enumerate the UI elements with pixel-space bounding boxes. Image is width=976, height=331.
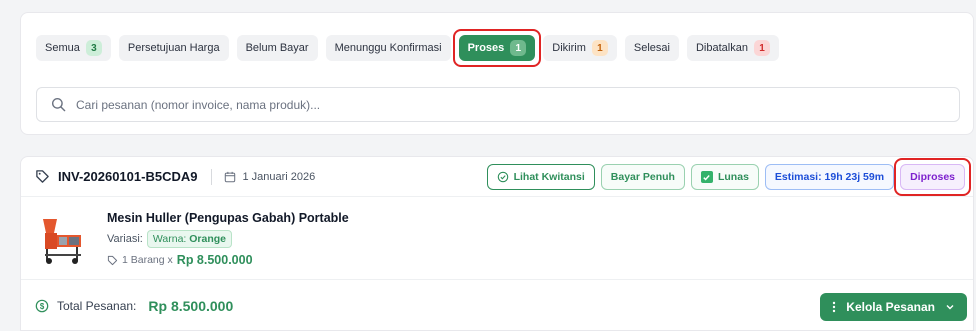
invoice-number: INV-20260101-B5CDA9: [35, 169, 197, 184]
divider: [211, 168, 213, 185]
product-image[interactable]: [35, 211, 91, 267]
search-icon: [51, 97, 66, 112]
estimate-label: Estimasi: 19h 23j 59m: [774, 171, 885, 183]
tab-selesai[interactable]: Selesai: [624, 35, 679, 61]
view-receipt-label: Lihat Kwitansi: [513, 171, 585, 183]
highlight-box: Diproses: [894, 158, 971, 196]
variant-tag: Warna: Orange: [146, 230, 233, 248]
payment-type-label: Bayar Penuh: [610, 171, 675, 183]
status-badge: Diproses: [900, 164, 965, 190]
product-info: Mesin Huller (Pengupas Gabah) Portable V…: [107, 211, 349, 267]
variant-label: Variasi:: [107, 233, 143, 245]
product-quantity: 1 Barang x Rp 8.500.000: [107, 253, 349, 267]
order-footer: $ Total Pesanan: Rp 8.500.000 Kelola Pes…: [21, 279, 973, 331]
payment-type-badge: Bayar Penuh: [600, 164, 685, 190]
search-box: [36, 87, 960, 122]
tab-menunggu-konfirmasi[interactable]: Menunggu Konfirmasi: [325, 35, 451, 61]
quantity-text: 1 Barang x: [122, 254, 173, 266]
total-label: Total Pesanan:: [57, 299, 137, 313]
svg-text:$: $: [40, 302, 45, 311]
tab-label: Selesai: [633, 42, 670, 54]
product-row: Mesin Huller (Pengupas Gabah) Portable V…: [35, 211, 349, 267]
date-text: 1 Januari 2026: [242, 170, 316, 183]
tab-count-badge: 1: [510, 40, 527, 56]
tab-label: Semua: [45, 42, 80, 54]
tab-dikirim[interactable]: Dikirim 1: [543, 35, 617, 61]
manage-order-label: Kelola Pesanan: [846, 300, 935, 314]
tab-count-badge: 1: [591, 40, 608, 56]
manage-order-button[interactable]: Kelola Pesanan: [820, 293, 967, 321]
checkbox-icon: [700, 171, 713, 183]
status-tabs: Semua 3 Persetujuan Harga Belum Bayar Me…: [36, 29, 779, 67]
view-receipt-button[interactable]: Lihat Kwitansi: [486, 164, 595, 190]
highlight-box: Proses 1: [452, 29, 542, 67]
order-actions: Lihat Kwitansi Bayar Penuh Lunas Estimas…: [486, 158, 971, 196]
product-variant: Variasi: Warna: Orange: [107, 230, 349, 248]
product-name[interactable]: Mesin Huller (Pengupas Gabah) Portable: [107, 211, 349, 225]
filter-card: Semua 3 Persetujuan Harga Belum Bayar Me…: [20, 12, 974, 135]
tab-label: Dibatalkan: [695, 42, 748, 54]
calendar-icon: [225, 171, 236, 182]
tab-persetujuan-harga[interactable]: Persetujuan Harga: [118, 35, 229, 61]
tab-semua[interactable]: Semua 3: [36, 35, 111, 61]
tab-count-badge: 3: [85, 40, 102, 56]
order-card: INV-20260101-B5CDA9 1 Januari 2026 Lihat…: [20, 156, 974, 331]
tab-proses[interactable]: Proses 1: [458, 35, 536, 61]
tag-icon: [107, 255, 118, 265]
paid-label: Lunas: [717, 171, 749, 183]
invoice-text: INV-20260101-B5CDA9: [58, 169, 198, 184]
dollar-circle-icon: $: [35, 299, 49, 313]
order-date: 1 Januari 2026: [224, 171, 315, 183]
order-header: INV-20260101-B5CDA9 1 Januari 2026 Lihat…: [21, 157, 973, 197]
tab-dibatalkan[interactable]: Dibatalkan 1: [686, 35, 779, 61]
tab-label: Persetujuan Harga: [127, 42, 220, 54]
product-price: Rp 8.500.000: [176, 253, 253, 267]
paid-badge: Lunas: [690, 164, 759, 190]
tab-label: Dikirim: [552, 42, 586, 54]
tab-count-badge: 1: [753, 40, 770, 56]
variant-key: Warna:: [152, 233, 187, 245]
tab-belum-bayar[interactable]: Belum Bayar: [236, 35, 318, 61]
search-input[interactable]: [76, 97, 936, 112]
tab-label: Proses: [467, 42, 505, 54]
status-label: Diproses: [910, 171, 955, 183]
variant-value: Orange: [189, 233, 227, 245]
total-amount: Rp 8.500.000: [148, 298, 234, 314]
check-circle-icon: [497, 171, 508, 183]
estimate-badge: Estimasi: 19h 23j 59m: [764, 164, 895, 190]
chevron-down-icon: [946, 305, 954, 310]
tag-icon: [36, 170, 49, 183]
more-vertical-icon: [833, 301, 836, 313]
tab-label: Menunggu Konfirmasi: [334, 42, 442, 54]
order-total: $ Total Pesanan: Rp 8.500.000: [35, 298, 233, 314]
tab-label: Belum Bayar: [245, 42, 309, 54]
